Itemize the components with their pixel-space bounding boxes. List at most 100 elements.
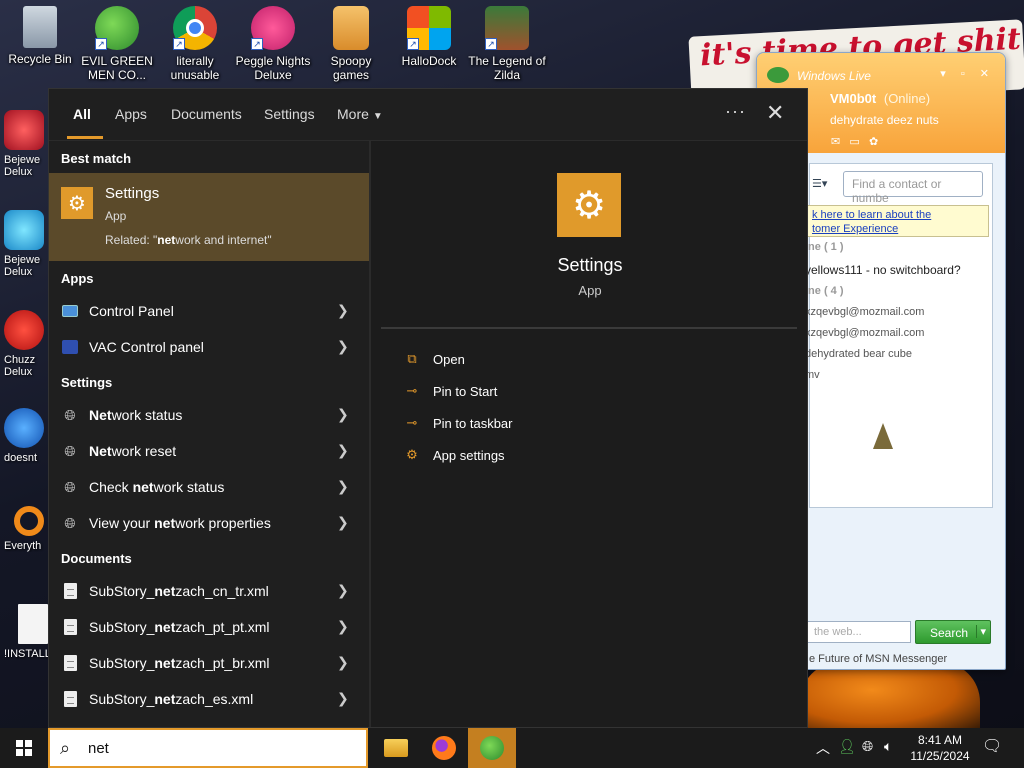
desktop-icon-bejeweled-2[interactable]: Bejewe Delux <box>4 210 50 278</box>
action-pin-to-start[interactable]: ⊸ Pin to Start <box>403 379 703 405</box>
tab-documents[interactable]: Documents <box>171 106 242 122</box>
msn-username-text: VM0b0t <box>830 91 877 106</box>
taskbar-firefox[interactable] <box>420 728 468 768</box>
chevron-right-icon[interactable]: ❯ <box>337 338 349 355</box>
document-icon <box>61 654 79 672</box>
msn-sort-icon[interactable]: ☰▾ <box>812 177 827 190</box>
chevron-right-icon[interactable]: ❯ <box>337 618 349 635</box>
desktop-icon-install[interactable]: !INSTALL <box>4 604 50 660</box>
msn-web-search-input[interactable]: the web... <box>807 621 911 643</box>
msn-window-controls[interactable]: ▾ ▫ ✕ <box>940 67 995 80</box>
desktop-icon-everything[interactable]: Everyth <box>4 506 50 552</box>
chevron-right-icon[interactable]: ❯ <box>337 478 349 495</box>
messenger-icon <box>480 736 504 760</box>
msn-promo-line: tomer Experience <box>812 223 899 235</box>
desktop-icon-literally-unusable[interactable]: ↗ literally unusable <box>155 6 235 82</box>
folder-icon <box>333 6 369 50</box>
volume-icon[interactable]: 🔈︎ <box>884 738 892 755</box>
gear-icon: ⚙ <box>61 187 93 219</box>
tab-more-label: More <box>337 106 369 122</box>
desktop-icon-doesnt[interactable]: doesnt <box>4 408 50 464</box>
msn-find-contact-input[interactable]: Find a contact or numbe <box>843 171 983 205</box>
action-open[interactable]: ⧉ Open <box>403 347 703 373</box>
desktop-icon-hallodock[interactable]: ↗ HalloDock <box>389 6 469 68</box>
chevron-right-icon[interactable]: ❯ <box>337 690 349 707</box>
desktop-icon-peggle-nights[interactable]: ↗ Peggle Nights Deluxe <box>233 6 313 82</box>
action-app-settings[interactable]: ⚙ App settings <box>403 443 703 469</box>
shortcut-arrow-icon: ↗ <box>173 38 185 50</box>
chevron-right-icon[interactable]: ❯ <box>337 582 349 599</box>
action-label: App settings <box>433 448 505 463</box>
msn-contact-item[interactable]: xzqevbgl@mozmail.com <box>805 327 924 339</box>
desktop-icon-label: EVIL GREEN MEN CO... <box>81 54 153 82</box>
result-network-reset[interactable]: 🌐︎ Network reset ❯ <box>49 433 369 469</box>
desktop-icon-chuzzle[interactable]: Chuzz Delux <box>4 310 50 378</box>
msn-footer-text[interactable]: e Future of MSN Messenger <box>809 653 947 665</box>
close-button[interactable]: ✕ <box>766 101 784 125</box>
desktop-icon-spoopy-games[interactable]: Spoopy games <box>311 6 391 82</box>
chevron-down-icon: ▼ <box>372 111 383 122</box>
taskbar-search-input[interactable] <box>88 737 348 759</box>
action-label: Pin to Start <box>433 384 498 399</box>
taskbar-msn-messenger[interactable] <box>468 728 516 768</box>
result-document[interactable]: SubStory_netzach_es.xml ❯ <box>49 681 369 717</box>
tab-apps[interactable]: Apps <box>115 106 147 122</box>
chevron-right-icon[interactable]: ❯ <box>337 442 349 459</box>
taskbar-search-box[interactable]: ⌕ <box>48 728 368 768</box>
msn-contact-item[interactable]: yellows111 - no switchboard? <box>805 263 961 277</box>
chevron-right-icon[interactable]: ❯ <box>337 302 349 319</box>
desktop-icon-recycle-bin[interactable]: Recycle Bin <box>0 6 80 66</box>
chrome-icon: ↗ <box>173 6 217 50</box>
msn-promo-link[interactable]: k here to learn about the tomer Experien… <box>807 205 989 237</box>
result-network-status[interactable]: 🌐︎ Network status ❯ <box>49 397 369 433</box>
taskbar-file-explorer[interactable] <box>372 728 420 768</box>
tab-more[interactable]: More ▼ <box>337 106 383 122</box>
notification-icon[interactable]: 🗨︎ <box>982 736 1002 756</box>
action-pin-to-taskbar[interactable]: ⊸ Pin to taskbar <box>403 411 703 437</box>
desktop-icon-legend-of-zilda[interactable]: ↗ The Legend of Zilda <box>467 6 547 82</box>
msn-personal-message[interactable]: dehydrate deez nuts <box>830 113 939 127</box>
result-vac-control-panel[interactable]: VAC Control panel ❯ <box>49 329 369 365</box>
start-button[interactable] <box>0 728 48 768</box>
msn-status-text: (Online) <box>883 91 931 106</box>
recycle-bin-icon <box>23 6 57 48</box>
chevron-right-icon[interactable]: ❯ <box>337 654 349 671</box>
desktop-icon-evil-green-men[interactable]: ↗ EVIL GREEN MEN CO... <box>77 6 157 82</box>
chevron-right-icon[interactable]: ❯ <box>337 514 349 531</box>
msn-promo-line: k here to learn about the <box>812 209 932 221</box>
result-view-network-properties[interactable]: 🌐︎ View your network properties ❯ <box>49 505 369 541</box>
taskbar: ⌕ ︿ 👤︎ 🌐︎ 🔈︎ 8:41 AM 11/25/2024 🗨︎ <box>0 728 1024 768</box>
desktop-icon-label: Chuzz Delux <box>4 354 36 378</box>
best-match-settings[interactable]: ⚙ Settings App Related: "network and int… <box>49 173 369 261</box>
msn-contact-item[interactable]: xzqevbgl@mozmail.com <box>805 306 924 318</box>
windows-logo-icon: ↗ <box>407 6 451 50</box>
msn-search-button[interactable]: Search <box>915 620 991 644</box>
search-icon: ⌕ <box>60 738 71 758</box>
result-document[interactable]: SubStory_netzach_pt_br.xml ❯ <box>49 645 369 681</box>
msn-bird-icon <box>873 423 893 449</box>
result-control-panel[interactable]: Control Panel ❯ <box>49 293 369 329</box>
msn-group-header[interactable]: ine ( 1 ) <box>805 241 844 253</box>
tab-all[interactable]: All <box>73 106 91 122</box>
gem-icon <box>4 210 44 250</box>
result-document[interactable]: SubStory_netzach_pt_pt.xml ❯ <box>49 609 369 645</box>
related-rest: work and internet" <box>175 233 272 247</box>
documents-header: Documents <box>61 551 132 566</box>
pin-icon: ⊸ <box>406 415 418 430</box>
more-options-button[interactable]: ··· <box>725 101 746 122</box>
msn-group-header[interactable]: ine ( 4 ) <box>805 285 844 297</box>
chevron-up-icon[interactable]: ︿ <box>816 738 830 758</box>
network-icon[interactable]: 🌐︎ <box>862 738 873 755</box>
msn-toolbar[interactable]: ✉ ▭ ✿ <box>831 135 878 148</box>
desktop-icon-bejeweled-1[interactable]: Bejewe Delux <box>4 110 50 178</box>
chevron-right-icon[interactable]: ❯ <box>337 406 349 423</box>
globe-icon: 🌐︎ <box>64 478 76 495</box>
result-check-network-status[interactable]: 🌐︎ Check network status ❯ <box>49 469 369 505</box>
msn-username[interactable]: VM0b0t (Online) <box>830 91 930 106</box>
taskbar-clock[interactable]: 8:41 AM 11/25/2024 <box>900 732 980 764</box>
shortcut-arrow-icon: ↗ <box>251 38 263 50</box>
msn-contact-item[interactable]: dehydrated bear cube <box>805 348 912 360</box>
result-document[interactable]: SubStory_netzach_cn_tr.xml ❯ <box>49 573 369 609</box>
messenger-tray-icon[interactable]: 👤︎ <box>838 738 856 755</box>
tab-settings[interactable]: Settings <box>264 106 315 122</box>
